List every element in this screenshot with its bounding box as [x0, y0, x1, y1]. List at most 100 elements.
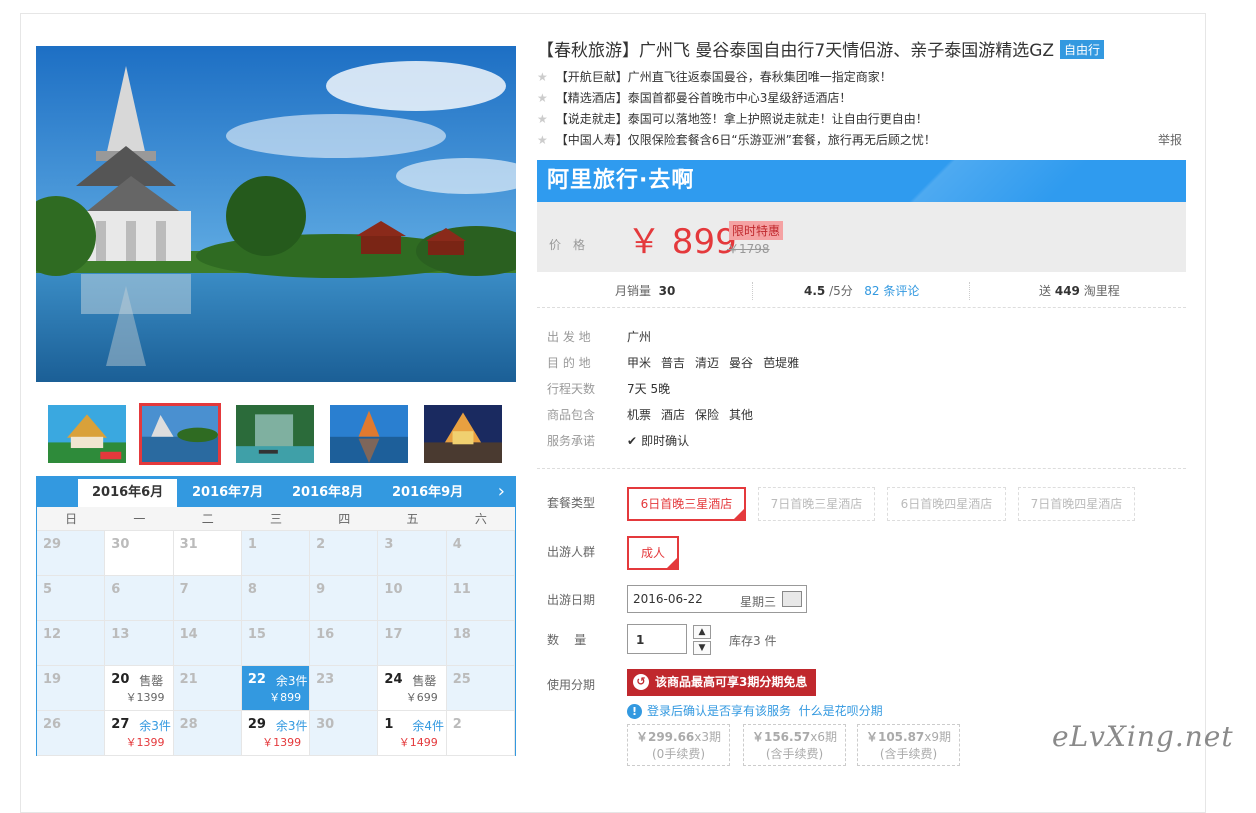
calendar-day: 18 [446, 621, 515, 666]
stats-bar: 月销量 30 4.5 /5分 82 条评论 送 449 淘里程 [537, 276, 1186, 308]
day-number: 24 [384, 672, 403, 687]
day-number: 8 [247, 582, 257, 597]
day-number: 5 [43, 582, 53, 597]
chevron-up-icon[interactable]: ▲ [693, 625, 711, 639]
calendar-day[interactable]: 22 余3件 ￥899 [241, 666, 311, 711]
day-number: 29 [247, 717, 266, 732]
price-calendar: 2016年6月 2016年7月 2016年8月 2016年9月 › 日 一 二 … [36, 476, 516, 756]
installment-button[interactable]: ↺ 该商品最高可享3期分期免息 [627, 669, 816, 696]
thumbnail-palace-lake[interactable] [139, 403, 221, 465]
chevron-down-icon[interactable]: ▼ [693, 641, 711, 655]
package-text: 7日首晚三星酒店 [770, 497, 863, 511]
feature-item: ★ 【中国人寿】仅限保险套餐含6日“乐游亚洲”套餐，旅行再无后顾之忧！ 举报 [537, 130, 1182, 151]
info-row-departure: 出 发 地 广州 [547, 323, 1167, 349]
calendar-day[interactable]: 27 余3件 ￥1399 [105, 711, 174, 756]
calendar-day: 6 [105, 576, 174, 621]
package-option-4[interactable]: 7日首晚四星酒店 [1018, 487, 1135, 521]
trip-duration: 7天 5晚 [627, 382, 671, 396]
calendar-day[interactable]: 29 余3件 ￥1399 [241, 711, 311, 756]
calendar-day[interactable]: 24 售罄 ￥699 [378, 666, 447, 711]
huabei-icon: ↺ [633, 674, 649, 690]
calendar-day: 2 [310, 531, 379, 576]
star-icon: ★ [537, 133, 548, 147]
miles-suffix: 淘里程 [1083, 284, 1120, 298]
installment-text: 该商品最高可享3期分期免息 [655, 675, 808, 689]
day-price: ￥1399 [125, 736, 165, 749]
departure-city: 广州 [627, 330, 652, 344]
feature-text: 【精选酒店】泰国首都曼谷首晚市中心3星级舒适酒店！ [555, 91, 852, 105]
include-item: 保险 [695, 408, 720, 422]
installment-plan-9[interactable]: ￥105.87x9期 (含手续费) [857, 724, 960, 766]
include-item: 酒店 [661, 408, 686, 422]
login-hint-link[interactable]: 登录后确认是否享有该服务 [647, 704, 791, 718]
brand-banner: 阿里旅行·去啊 [537, 160, 1186, 202]
info-row-promise: 服务承诺 ✔ 即时确认 [547, 427, 1167, 453]
info-value: ✔ 即时确认 [627, 432, 699, 449]
calendar-day: 9 [310, 576, 379, 621]
weekday-header: 日 一 二 三 四 五 六 [37, 507, 515, 531]
tab-month-4[interactable]: 2016年9月 [378, 479, 477, 507]
package-option-2[interactable]: 7日首晚三星酒店 [758, 487, 875, 521]
day-number: 20 [111, 672, 130, 687]
calendar-day[interactable]: 20 售罄 ￥1399 [105, 666, 174, 711]
day-number: 21 [179, 672, 198, 687]
date-picker[interactable]: 2016-06-22 星期三 [627, 585, 807, 613]
day-number: 12 [43, 627, 62, 642]
thumbnail-temple-reflection[interactable] [328, 403, 410, 465]
rating-max: /5分 [829, 284, 853, 298]
day-number: 3 [384, 537, 394, 552]
calendar-day: 15 [241, 621, 311, 666]
huabei-help-link[interactable]: 什么是花呗分期 [799, 704, 883, 718]
installment-plan-6[interactable]: ￥156.57x6期 (含手续费) [743, 724, 846, 766]
info-row-includes: 商品包含 机票 酒店 保险 其他 [547, 401, 1167, 427]
calendar-day: 21 [173, 666, 242, 711]
info-label: 商品包含 [547, 408, 596, 422]
installment-plan-3[interactable]: ￥299.66x3期 (0手续费) [627, 724, 730, 766]
feature-item: ★ 【精选酒店】泰国首都曼谷首晚市中心3星级舒适酒店！ [537, 88, 1182, 109]
plan-fee: (0手续费) [652, 747, 705, 761]
price-label: 价格 [549, 238, 598, 252]
selected-corner-icon [734, 509, 744, 519]
thumbnail-night-temple[interactable] [422, 403, 504, 465]
selected-corner-icon [667, 558, 677, 568]
thumbnail-boat-cove[interactable] [234, 403, 316, 465]
report-link[interactable]: 举报 [1158, 130, 1182, 151]
calendar-month-tabs: 2016年6月 2016年7月 2016年8月 2016年9月 › [37, 477, 515, 507]
tab-month-2[interactable]: 2016年7月 [178, 479, 277, 507]
plan-fee: (含手续费) [765, 747, 824, 761]
day-status: 余3件 [139, 719, 171, 733]
day-number: 6 [111, 582, 121, 597]
review-count-link[interactable]: 82 条评论 [864, 284, 919, 298]
day-price: ￥1499 [398, 736, 438, 749]
weekday-label: 一 [133, 512, 146, 526]
trip-info: 出 发 地 广州 目 的 地 甲米 普吉 清迈 曼谷 芭堤雅 行程天数 7天 5晚 商品… [547, 323, 1167, 453]
check-circle-icon: ✔ [627, 434, 638, 448]
destination-city: 芭堤雅 [763, 356, 800, 370]
quantity-label: 数 量 [547, 633, 587, 647]
people-option-adult[interactable]: 成人 [627, 536, 679, 570]
package-option-3[interactable]: 6日首晚四星酒店 [887, 487, 1006, 521]
calendar-day: 12 [37, 621, 106, 666]
calendar-day: 2 [446, 711, 515, 756]
feature-list: ★ 【开航巨献】广州直飞往返泰国曼谷，春秋集团唯一指定商家！ ★ 【精选酒店】泰国首… [537, 67, 1182, 151]
calendar-day: 11 [446, 576, 515, 621]
day-status: 余4件 [412, 719, 445, 733]
calendar-day: 5 [37, 576, 106, 621]
destination-city: 甲米 [627, 356, 652, 370]
tab-month-3[interactable]: 2016年8月 [278, 479, 377, 507]
divider [969, 282, 970, 300]
info-value: 甲米 普吉 清迈 曼谷 芭堤雅 [627, 354, 809, 371]
quantity-input[interactable]: 1 [627, 624, 687, 654]
calendar-icon[interactable] [782, 591, 802, 607]
day-number: 13 [111, 627, 130, 642]
feature-text: 【开航巨献】广州直飞往返泰国曼谷，春秋集团唯一指定商家！ [555, 70, 892, 84]
day-price: ￥1399 [125, 691, 165, 704]
package-option-1[interactable]: 6日首晚三星酒店 [627, 487, 746, 521]
calendar-day[interactable]: 1 余4件 ￥1499 [378, 711, 447, 756]
day-number: 2 [452, 717, 462, 732]
tab-month-1[interactable]: 2016年6月 [78, 479, 178, 507]
day-price: ￥699 [405, 691, 438, 704]
chevron-right-icon[interactable]: › [498, 481, 505, 502]
thumbnail-temple-poster[interactable] [46, 403, 128, 465]
package-text: 7日首晚四星酒店 [1030, 497, 1123, 511]
